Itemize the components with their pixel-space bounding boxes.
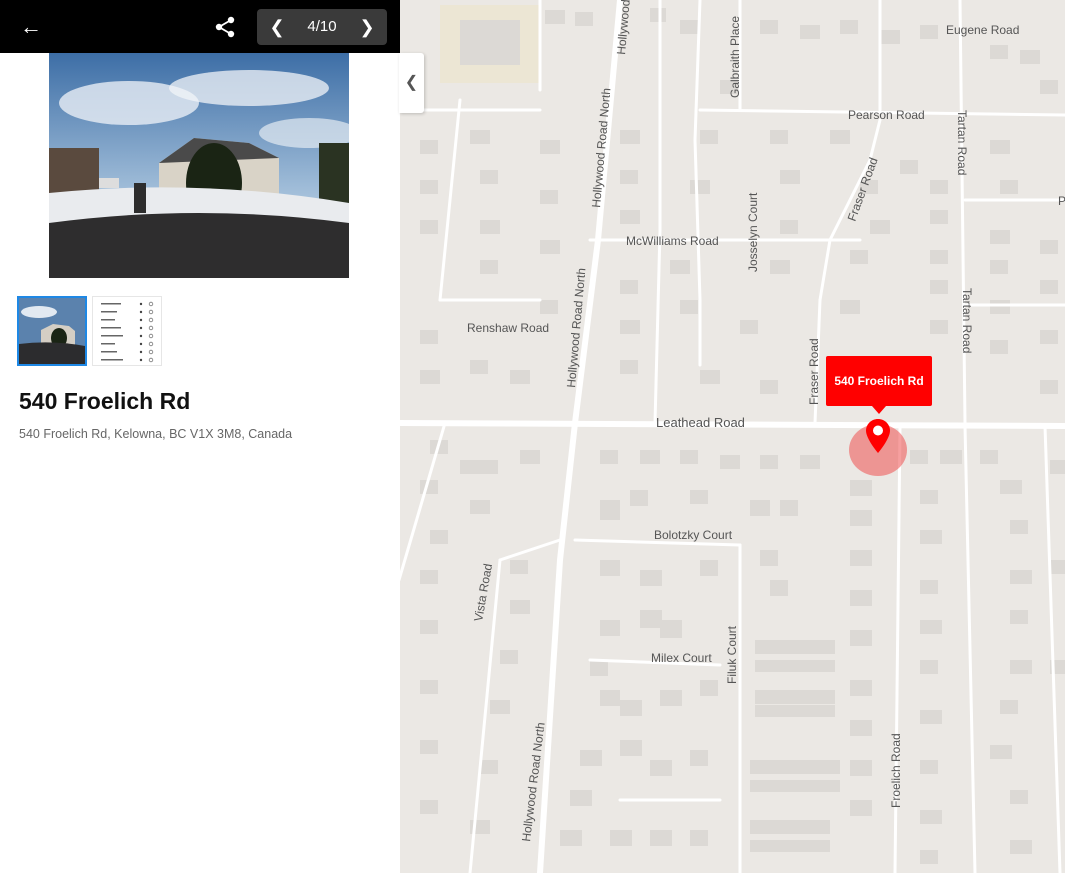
road-label-vista: Vista Road bbox=[471, 562, 495, 622]
collapse-panel-button[interactable]: ❮ bbox=[399, 53, 424, 113]
road-label-edge: P bbox=[1058, 194, 1065, 208]
document-thumbnail-image bbox=[93, 297, 161, 365]
app-root: Eugene Road Pearson Road Tartan Road Tar… bbox=[0, 0, 1065, 873]
map-roads-svg: Eugene Road Pearson Road Tartan Road Tar… bbox=[399, 0, 1065, 873]
place-title: 540 Froelich Rd bbox=[19, 388, 191, 414]
back-button[interactable]: ← bbox=[18, 14, 44, 40]
road-label-bolotzky: Bolotzky Court bbox=[654, 528, 733, 542]
chevron-left-icon: ❮ bbox=[269, 17, 285, 37]
road-label-pearson: Pearson Road bbox=[848, 108, 925, 122]
next-image-button[interactable]: ❯ bbox=[349, 9, 385, 45]
document-thumbnail[interactable] bbox=[92, 296, 162, 366]
road-label-renshaw: Renshaw Road bbox=[467, 321, 549, 335]
road-label-tartan-1: Tartan Road bbox=[955, 110, 969, 175]
prev-image-button[interactable]: ❮ bbox=[259, 9, 295, 45]
top-toolbar: ← ❮ 4/10 ❯ bbox=[0, 0, 400, 53]
photo-thumbnail[interactable] bbox=[17, 296, 87, 366]
map-canvas[interactable]: Eugene Road Pearson Road Tartan Road Tar… bbox=[399, 0, 1065, 873]
chevron-left-icon: ❮ bbox=[404, 74, 419, 91]
chevron-right-icon: ❯ bbox=[359, 17, 375, 37]
street-photo[interactable] bbox=[49, 53, 349, 278]
road-label-hollywood-1: Hollywood Road North bbox=[589, 87, 613, 208]
road-label-milex: Milex Court bbox=[651, 651, 712, 665]
road-label-eugene: Eugene Road bbox=[946, 23, 1019, 37]
road-label-froelich: Froelich Road bbox=[889, 733, 903, 808]
side-panel: ← ❮ 4/10 ❯ 540 Froelich Rd 540 Froelich … bbox=[0, 0, 400, 873]
map-pin-icon[interactable] bbox=[866, 419, 890, 453]
image-pager: ❮ 4/10 ❯ bbox=[257, 9, 387, 45]
road-label-josselyn: Josselyn Court bbox=[746, 192, 760, 272]
road-label-mcwilliams: McWilliams Road bbox=[626, 234, 719, 248]
place-address: 540 Froelich Rd, Kelowna, BC V1X 3M8, Ca… bbox=[19, 427, 293, 441]
road-label-leathead: Leathead Road bbox=[656, 415, 745, 430]
arrow-left-icon: ← bbox=[20, 14, 42, 39]
road-label-tartan-2: Tartan Road bbox=[960, 288, 974, 353]
marker-label[interactable]: 540 Froelich Rd bbox=[826, 356, 932, 414]
image-counter: 4/10 bbox=[307, 18, 337, 35]
road-label-filuk: Filuk Court bbox=[725, 625, 739, 684]
share-icon[interactable] bbox=[212, 14, 238, 40]
road-label-galbraith: Galbraith Place bbox=[728, 16, 742, 98]
street-photo-image bbox=[49, 53, 349, 278]
road-label-fraser-2: Fraser Road bbox=[807, 338, 821, 405]
photo-thumbnail-image bbox=[19, 298, 85, 364]
